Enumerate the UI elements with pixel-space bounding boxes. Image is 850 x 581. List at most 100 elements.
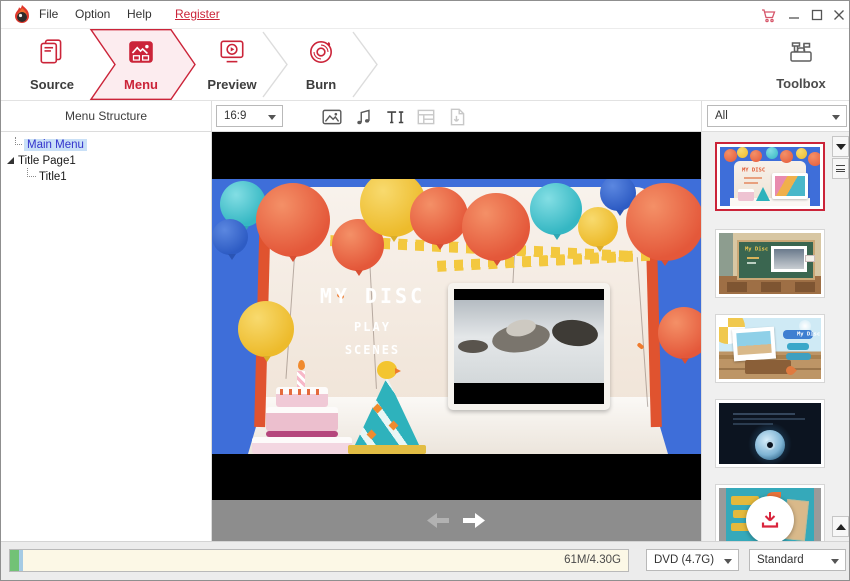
template-thumbnail: MY DISC [720, 147, 820, 206]
balloon [238, 301, 294, 357]
scroll-up-button[interactable] [832, 516, 849, 537]
tree-node-title-page[interactable]: Title Page1 [7, 153, 76, 168]
text-tool-icon[interactable] [384, 106, 406, 128]
menu-structure-label: Menu Structure [65, 109, 147, 123]
candle [297, 371, 305, 388]
cart-icon[interactable] [759, 6, 777, 24]
tab-burn[interactable]: Burn [285, 29, 357, 100]
minimize-button[interactable] [785, 6, 803, 24]
tree-line [27, 168, 36, 177]
birthday-cake-graphic [252, 359, 352, 454]
tree-node-title1[interactable]: Title1 [23, 169, 67, 184]
balloon [530, 183, 582, 235]
menu-help[interactable]: Help [127, 7, 152, 21]
tree-line [15, 137, 22, 145]
aspect-ratio-select[interactable]: 16:9 [216, 105, 283, 127]
source-files-icon [37, 37, 67, 72]
template-birthday-balloons[interactable]: MY DISC [715, 142, 825, 211]
triangle-down-icon [836, 144, 846, 150]
app-window: File Option Help Register [0, 0, 850, 581]
template-filter-select[interactable]: All [707, 105, 847, 127]
seals-video-still [454, 300, 604, 383]
burn-disc-icon [306, 37, 336, 72]
balloon [462, 193, 530, 261]
next-page-arrow[interactable] [462, 512, 486, 529]
tree-node-main-menu[interactable]: Main Menu [15, 137, 87, 152]
close-button[interactable] [830, 6, 848, 24]
maximize-button[interactable] [808, 6, 826, 24]
background-music-icon[interactable] [353, 106, 375, 128]
menu-template-icon [126, 37, 156, 72]
menu-file[interactable]: File [39, 7, 58, 21]
tree-node-label: Title1 [39, 171, 67, 183]
disc-type-value: DVD (4.7G) [654, 554, 714, 566]
toolbox-button[interactable]: Toolbox [759, 29, 843, 100]
chevron-down-icon [832, 115, 840, 120]
tab-source[interactable]: Source [16, 29, 88, 100]
tab-source-label: Source [30, 77, 74, 92]
menu-structure-header: Menu Structure [1, 101, 212, 131]
template-filter-value: All [715, 110, 728, 122]
template-classroom[interactable]: My Disc [715, 229, 825, 298]
grip-icon [836, 165, 845, 172]
tree-expander-icon[interactable] [7, 157, 14, 164]
cake-tier [266, 407, 338, 431]
aspect-ratio-value: 16:9 [224, 110, 246, 122]
template-list-panel: MY DISC My Disc [701, 132, 850, 541]
download-templates-button[interactable] [746, 496, 794, 541]
balloon [578, 207, 618, 247]
export-page-icon-disabled [446, 106, 468, 128]
frame-style-icon-disabled [415, 106, 437, 128]
chevron-down-icon [724, 559, 732, 564]
scroll-down-button[interactable] [832, 136, 849, 157]
chevron-down-icon [831, 559, 839, 564]
capacity-progress-bar: 61M/4.30G [9, 549, 629, 572]
quality-value: Standard [757, 554, 804, 566]
previous-page-arrow[interactable] [426, 512, 450, 529]
video-thumbnail-frame[interactable] [448, 283, 610, 410]
template-thumbnail [719, 403, 821, 464]
template-caption: MY DISC [742, 167, 765, 173]
template-beach-travel[interactable]: My Disc [715, 314, 825, 383]
letterbox-bottom [212, 454, 701, 500]
tab-burn-label: Burn [306, 77, 336, 92]
wizard-navbar: Source Menu [1, 29, 849, 101]
template-space-disc[interactable] [715, 399, 825, 468]
scroll-grip-button[interactable] [832, 158, 849, 179]
hat-base [348, 445, 426, 454]
tab-menu-label: Menu [124, 77, 158, 92]
main-area: Main Menu Title Page1 Title1 [1, 132, 849, 541]
triangle-up-icon [836, 524, 846, 530]
app-logo-icon [11, 4, 33, 26]
tab-menu[interactable]: Menu [105, 29, 177, 100]
titlebar: File Option Help Register [1, 1, 849, 29]
used-capacity-segment [10, 550, 19, 571]
balloon [658, 307, 701, 359]
scenes-menu-item[interactable]: SCENES [290, 343, 455, 357]
template-filter-section: All [701, 101, 850, 131]
letterbox-top [212, 132, 701, 179]
status-bar: 61M/4.30G DVD (4.7G) Standard [1, 541, 849, 581]
menu-capacity-segment [19, 550, 23, 571]
balloon [212, 219, 248, 255]
menu-structure-panel: Main Menu Title Page1 Title1 [1, 132, 212, 541]
menu-preview-scene[interactable]: MY DISC PLAY SCENES [212, 179, 701, 454]
background-image-icon[interactable] [321, 106, 343, 128]
disc-type-select[interactable]: DVD (4.7G) [646, 549, 739, 571]
candle-flame [298, 360, 305, 370]
template-caption: My Disc [745, 246, 768, 252]
play-menu-item[interactable]: PLAY [290, 320, 455, 334]
template-thumbnail: My Disc [719, 233, 821, 294]
cake-tier [252, 437, 352, 454]
quality-select[interactable]: Standard [749, 549, 846, 571]
tab-preview[interactable]: Preview [196, 29, 268, 100]
capacity-text: 61M/4.30G [564, 554, 621, 566]
seal-shape [458, 340, 488, 353]
menu-register[interactable]: Register [175, 7, 220, 21]
tree-node-label: Main Menu [24, 139, 87, 151]
menu-option[interactable]: Option [75, 7, 110, 21]
toolbar-row: Menu Structure 16:9 [1, 101, 849, 132]
cake-sprinkles [280, 389, 324, 395]
duck-topper [377, 361, 397, 379]
disc-title-text[interactable]: MY DISC [290, 284, 455, 308]
